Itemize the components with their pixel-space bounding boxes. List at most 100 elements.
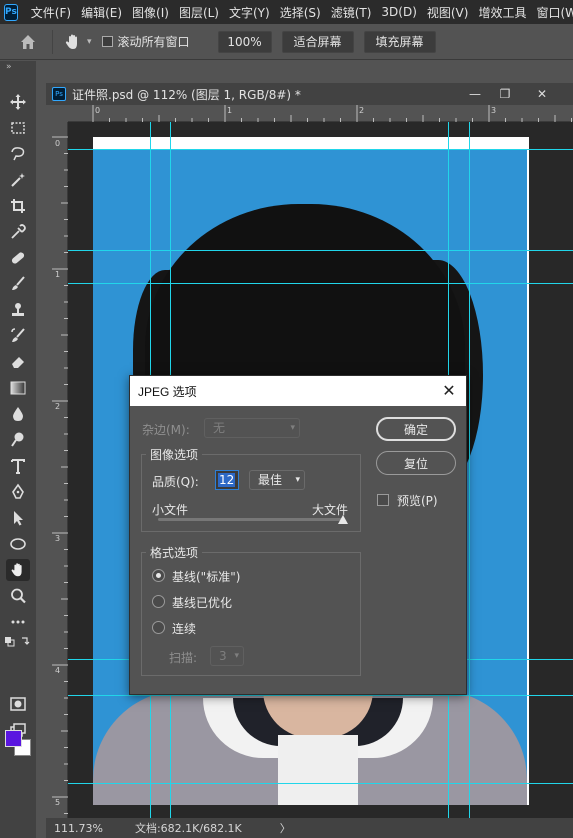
horizontal-ruler[interactable]: 0 1 2 3 bbox=[68, 105, 573, 122]
status-bar: 111.73% 文档:682.1K/682.1K 〉 bbox=[46, 818, 573, 838]
document-title: 证件照.psd @ 112% (图层 1, RGB/8#) * bbox=[72, 87, 301, 102]
tools-panel bbox=[0, 73, 36, 838]
ruler-label-h-2: 2 bbox=[359, 106, 365, 115]
menu-plugins[interactable]: 增效工具 bbox=[473, 4, 531, 21]
zoom-tool-icon[interactable] bbox=[6, 585, 30, 607]
brush-tool-icon[interactable] bbox=[6, 273, 30, 295]
jpeg-options-dialog: JPEG 选项 ✕ 杂边(M): 无 ▾ 图像选项 品质(Q): 12 最佳 ▾… bbox=[129, 375, 467, 695]
menu-bar: Ps 文件(F) 编辑(E) 图像(I) 图层(L) 文字(Y) 选择(S) 滤… bbox=[0, 0, 573, 24]
scans-label: 扫描: bbox=[169, 651, 198, 665]
status-menu-arrow-icon[interactable]: 〉 bbox=[280, 820, 291, 836]
psd-file-icon: Ps bbox=[52, 87, 66, 101]
blur-tool-icon[interactable] bbox=[6, 403, 30, 425]
quick-mask-icon[interactable] bbox=[6, 693, 30, 715]
guide-line[interactable] bbox=[68, 695, 573, 696]
more-tools-icon[interactable] bbox=[6, 611, 30, 633]
menu-select[interactable]: 选择(S) bbox=[275, 4, 326, 21]
quality-preset-select[interactable]: 最佳 ▾ bbox=[249, 470, 305, 490]
vertical-ruler[interactable]: 0 1 2 3 4 5 bbox=[52, 122, 68, 818]
document-tab[interactable]: Ps 证件照.psd @ 112% (图层 1, RGB/8#) * — ❐ ✕ bbox=[46, 83, 573, 105]
preview-checkbox[interactable] bbox=[377, 494, 389, 506]
magic-wand-tool-icon[interactable] bbox=[6, 169, 30, 191]
menu-image[interactable]: 图像(I) bbox=[127, 4, 174, 21]
clone-stamp-tool-icon[interactable] bbox=[6, 299, 30, 321]
status-zoom[interactable]: 111.73% bbox=[54, 822, 103, 835]
quality-input[interactable]: 12 bbox=[215, 470, 239, 490]
photoshop-logo-icon: Ps bbox=[4, 3, 18, 21]
eraser-tool-icon[interactable] bbox=[6, 351, 30, 373]
reset-button[interactable]: 复位 bbox=[376, 451, 456, 475]
eyedropper-tool-icon[interactable] bbox=[6, 221, 30, 243]
default-colors-icon[interactable] bbox=[4, 635, 32, 649]
path-selection-tool-icon[interactable] bbox=[6, 507, 30, 529]
dodge-tool-icon[interactable] bbox=[6, 429, 30, 451]
type-tool-icon[interactable] bbox=[6, 455, 30, 477]
ruler-label-v-5: 5 bbox=[55, 798, 61, 807]
matte-label: 杂边(M): bbox=[142, 423, 190, 437]
chevron-down-icon: ▾ bbox=[234, 651, 239, 661]
zoom-100-button[interactable]: 100% bbox=[217, 30, 272, 53]
scans-select[interactable]: 3 ▾ bbox=[210, 646, 244, 666]
format-baseline-optimized-label: 基线已优化 bbox=[172, 596, 233, 610]
chevron-down-icon: ▾ bbox=[295, 475, 300, 485]
menu-layer[interactable]: 图层(L) bbox=[174, 4, 224, 21]
format-baseline-optimized-radio[interactable] bbox=[152, 595, 165, 608]
ruler-label-v-3: 3 bbox=[55, 534, 61, 543]
format-progressive-radio[interactable] bbox=[152, 621, 165, 634]
options-separator bbox=[52, 29, 53, 54]
dialog-title-bar: JPEG 选项 bbox=[130, 376, 466, 406]
guide-line[interactable] bbox=[469, 122, 470, 818]
fill-screen-button[interactable]: 填充屏幕 bbox=[363, 30, 436, 53]
marquee-tool-icon[interactable] bbox=[6, 117, 30, 139]
restore-button[interactable]: ❐ bbox=[491, 86, 519, 102]
guide-line[interactable] bbox=[68, 783, 573, 784]
healing-brush-tool-icon[interactable] bbox=[6, 247, 30, 269]
guide-line[interactable] bbox=[68, 283, 573, 284]
ruler-corner[interactable] bbox=[52, 105, 68, 122]
options-bar: ▾ 滚动所有窗口 100% 适合屏幕 填充屏幕 bbox=[0, 24, 573, 60]
matte-value: 无 bbox=[213, 421, 226, 435]
hand-tool-preset-icon[interactable] bbox=[63, 32, 83, 52]
toolbar-collapse-button[interactable]: » bbox=[0, 61, 36, 73]
menu-type[interactable]: 文字(Y) bbox=[224, 4, 275, 21]
menu-3d[interactable]: 3D(D) bbox=[376, 5, 421, 19]
image-options-title: 图像选项 bbox=[146, 446, 203, 463]
menu-window[interactable]: 窗口(W) bbox=[531, 4, 573, 21]
crop-tool-icon[interactable] bbox=[6, 195, 30, 217]
ruler-label-h-1: 1 bbox=[227, 106, 233, 115]
menu-view[interactable]: 视图(V) bbox=[422, 4, 474, 21]
chevron-down-icon[interactable]: ▾ bbox=[87, 37, 92, 47]
format-options-title: 格式选项 bbox=[146, 544, 203, 561]
home-icon[interactable] bbox=[18, 32, 38, 52]
chevron-down-icon: ▾ bbox=[290, 423, 295, 433]
history-brush-tool-icon[interactable] bbox=[6, 325, 30, 347]
minimize-button[interactable]: — bbox=[461, 86, 489, 102]
move-tool-icon[interactable] bbox=[6, 91, 30, 113]
foreground-color-swatch[interactable] bbox=[5, 730, 22, 747]
scroll-all-windows-checkbox[interactable] bbox=[101, 36, 113, 47]
menu-filter[interactable]: 滤镜(T) bbox=[326, 4, 377, 21]
ellipse-tool-icon[interactable] bbox=[6, 533, 30, 555]
quality-slider-track[interactable] bbox=[158, 518, 343, 521]
scans-value: 3 bbox=[219, 649, 227, 663]
guide-line[interactable] bbox=[68, 250, 573, 251]
hand-tool-icon[interactable] bbox=[6, 559, 30, 581]
format-baseline-radio[interactable] bbox=[152, 569, 165, 582]
gradient-tool-icon[interactable] bbox=[6, 377, 30, 399]
format-progressive-label: 连续 bbox=[172, 622, 197, 636]
fit-screen-button[interactable]: 适合屏幕 bbox=[281, 30, 354, 53]
dialog-title: JPEG 选项 bbox=[138, 384, 197, 399]
quality-value: 12 bbox=[218, 473, 236, 487]
small-file-label: 小文件 bbox=[152, 503, 189, 517]
matte-select[interactable]: 无 ▾ bbox=[204, 418, 300, 438]
menu-edit[interactable]: 编辑(E) bbox=[76, 4, 127, 21]
ruler-label-v-1: 1 bbox=[55, 270, 61, 279]
guide-line[interactable] bbox=[68, 149, 573, 150]
quality-slider-thumb[interactable] bbox=[338, 515, 348, 524]
menu-file[interactable]: 文件(F) bbox=[26, 4, 76, 21]
ok-button[interactable]: 确定 bbox=[376, 417, 456, 441]
pen-tool-icon[interactable] bbox=[6, 481, 30, 503]
dialog-close-icon[interactable]: ✕ bbox=[440, 382, 458, 400]
close-document-button[interactable]: ✕ bbox=[528, 86, 556, 102]
lasso-tool-icon[interactable] bbox=[6, 143, 30, 165]
